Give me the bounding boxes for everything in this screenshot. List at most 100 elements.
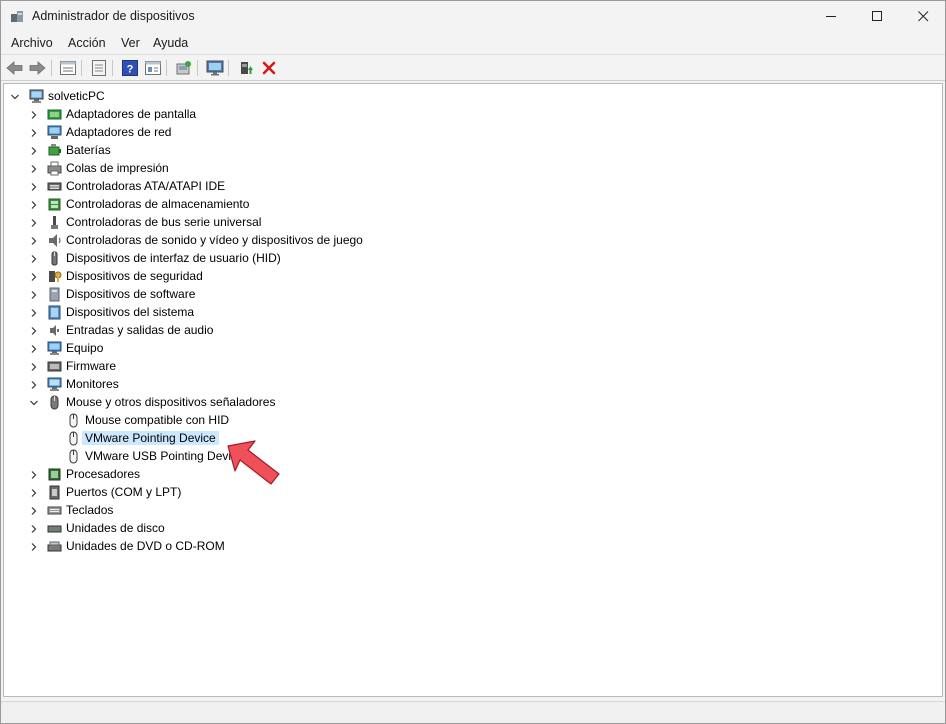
tree-item-entradas-y-salidas-de-audio[interactable]: Entradas y salidas de audio bbox=[4, 321, 604, 339]
tree-item-label: Colas de impresión bbox=[66, 161, 169, 175]
tree-child-mouse-compatible-con-hid[interactable]: Mouse compatible con HID bbox=[4, 411, 604, 429]
tree-item-equipo[interactable]: Equipo bbox=[4, 339, 604, 357]
tree-item-baterias[interactable]: Baterías bbox=[4, 141, 604, 159]
back-arrow-icon[interactable] bbox=[5, 58, 25, 78]
chevron-down-icon[interactable] bbox=[10, 91, 20, 101]
tree-item-label: Controladoras de almacenamiento bbox=[66, 197, 250, 211]
tree-item-label: Teclados bbox=[66, 503, 114, 517]
toolbar-separator bbox=[51, 60, 52, 76]
tree-item-adaptadores-de-red[interactable]: Adaptadores de red bbox=[4, 123, 604, 141]
tree-item-controladoras-ata-atapi-ide[interactable]: Controladoras ATA/ATAPI IDE bbox=[4, 177, 604, 195]
tree-item-procesadores[interactable]: Procesadores bbox=[4, 465, 604, 483]
tree-item-dispositivos-de-software[interactable]: Dispositivos de software bbox=[4, 285, 604, 303]
chevron-right-icon[interactable] bbox=[29, 109, 39, 119]
title-bar[interactable]: Administrador de dispositivos bbox=[1, 1, 945, 32]
help-icon[interactable]: ? bbox=[120, 58, 140, 78]
chevron-right-icon[interactable] bbox=[29, 505, 39, 515]
chevron-right-icon[interactable] bbox=[29, 253, 39, 263]
toolbar-separator bbox=[166, 60, 167, 76]
firmware-icon bbox=[47, 359, 62, 374]
chevron-right-icon[interactable] bbox=[29, 541, 39, 551]
chevron-down-icon[interactable] bbox=[29, 397, 39, 407]
tree-item-controladoras-de-almacenamiento[interactable]: Controladoras de almacenamiento bbox=[4, 195, 604, 213]
hid-icon bbox=[47, 251, 62, 266]
menu-bar: Archivo Acción Ver Ayuda bbox=[1, 32, 945, 54]
software-device-icon bbox=[47, 287, 62, 302]
chevron-right-icon[interactable] bbox=[29, 289, 39, 299]
chevron-right-icon[interactable] bbox=[29, 235, 39, 245]
tree-item-label: Controladoras de sonido y vídeo y dispos… bbox=[66, 233, 363, 247]
tree-item-label: Firmware bbox=[66, 359, 116, 373]
chevron-right-icon[interactable] bbox=[29, 469, 39, 479]
tree-item-label: Unidades de DVD o CD-ROM bbox=[66, 539, 225, 553]
tree-item-unidades-de-dvd-o-cd-rom[interactable]: Unidades de DVD o CD-ROM bbox=[4, 537, 604, 555]
document-icon[interactable] bbox=[89, 58, 109, 78]
properties-icon[interactable] bbox=[58, 58, 78, 78]
tree-item-mouse-y-otros-dispositivos-senaladores[interactable]: Mouse y otros dispositivos señaladores bbox=[4, 393, 604, 411]
tree-item-label: Adaptadores de pantalla bbox=[66, 107, 197, 121]
toolbar-separator bbox=[81, 60, 82, 76]
device-manager-app-icon bbox=[10, 9, 25, 24]
update-driver-icon[interactable] bbox=[236, 58, 256, 78]
tree-item-controladoras-de-sonido-y-video-y-dispositivos-de-juego[interactable]: Controladoras de sonido y vídeo y dispos… bbox=[4, 231, 604, 249]
monitor-icon[interactable] bbox=[205, 58, 225, 78]
speaker-icon bbox=[47, 233, 62, 248]
tree-item-controladoras-de-bus-serie-universal[interactable]: Controladoras de bus serie universal bbox=[4, 213, 604, 231]
tree-root-label: solveticPC bbox=[48, 89, 105, 103]
tree-child-label: Mouse compatible con HID bbox=[85, 413, 230, 427]
tree-child-vmware-usb-pointing-device[interactable]: VMware USB Pointing Device bbox=[4, 447, 604, 465]
tree-item-label: Baterías bbox=[66, 143, 111, 157]
menu-ayuda[interactable]: Ayuda bbox=[153, 36, 188, 50]
chevron-right-icon[interactable] bbox=[29, 325, 39, 335]
uninstall-x-icon[interactable] bbox=[259, 58, 279, 78]
ide-controller-icon bbox=[47, 179, 62, 194]
tree-item-teclados[interactable]: Teclados bbox=[4, 501, 604, 519]
forward-arrow-icon[interactable] bbox=[27, 58, 47, 78]
menu-ver[interactable]: Ver bbox=[121, 36, 140, 50]
tree-item-firmware[interactable]: Firmware bbox=[4, 357, 604, 375]
chevron-right-icon[interactable] bbox=[29, 307, 39, 317]
tree-root[interactable]: solveticPC bbox=[4, 87, 304, 105]
computer-icon bbox=[47, 341, 62, 356]
tree-item-label: Adaptadores de red bbox=[66, 125, 172, 139]
chevron-right-icon[interactable] bbox=[29, 523, 39, 533]
chevron-right-icon[interactable] bbox=[29, 271, 39, 281]
maximize-button[interactable] bbox=[854, 1, 900, 31]
chevron-right-icon[interactable] bbox=[29, 487, 39, 497]
tree-item-unidades-de-disco[interactable]: Unidades de disco bbox=[4, 519, 604, 537]
tree-item-puertos-com-y-lpt[interactable]: Puertos (COM y LPT) bbox=[4, 483, 604, 501]
tree-item-colas-de-impresion[interactable]: Colas de impresión bbox=[4, 159, 604, 177]
tree-child-label: VMware USB Pointing Device bbox=[85, 449, 244, 463]
menu-accion[interactable]: Acción bbox=[68, 36, 106, 50]
view-icon[interactable] bbox=[143, 58, 163, 78]
security-key-icon bbox=[47, 269, 62, 284]
monitor-icon bbox=[47, 377, 62, 392]
chevron-right-icon[interactable] bbox=[29, 379, 39, 389]
device-tree-panel[interactable]: solveticPC Adaptadores de pantalla Adapta… bbox=[3, 83, 943, 697]
tree-item-label: Equipo bbox=[66, 341, 104, 355]
tree-item-dispositivos-del-sistema[interactable]: Dispositivos del sistema bbox=[4, 303, 604, 321]
keyboard-icon bbox=[47, 503, 62, 518]
tree-item-dispositivos-de-seguridad[interactable]: Dispositivos de seguridad bbox=[4, 267, 604, 285]
close-button[interactable] bbox=[900, 1, 946, 31]
chevron-right-icon[interactable] bbox=[29, 361, 39, 371]
tree-item-label: Monitores bbox=[66, 377, 119, 391]
menu-archivo[interactable]: Archivo bbox=[11, 36, 53, 50]
chevron-right-icon[interactable] bbox=[29, 199, 39, 209]
chevron-right-icon[interactable] bbox=[29, 145, 39, 155]
mouse-device-icon bbox=[66, 449, 81, 464]
chevron-right-icon[interactable] bbox=[29, 343, 39, 353]
tree-item-monitores[interactable]: Monitores bbox=[4, 375, 604, 393]
tree-child-vmware-pointing-device[interactable]: VMware Pointing Device bbox=[4, 429, 604, 447]
tree-item-dispositivos-de-interfaz-de-usuario-hid[interactable]: Dispositivos de interfaz de usuario (HID… bbox=[4, 249, 604, 267]
chevron-right-icon[interactable] bbox=[29, 181, 39, 191]
chevron-right-icon[interactable] bbox=[29, 163, 39, 173]
scan-hardware-icon[interactable] bbox=[174, 58, 194, 78]
chevron-right-icon[interactable] bbox=[29, 217, 39, 227]
minimize-button[interactable] bbox=[808, 1, 854, 31]
tree-item-label: Unidades de disco bbox=[66, 521, 165, 535]
tree-item-label: Procesadores bbox=[66, 467, 141, 481]
display-adapter-icon bbox=[47, 107, 62, 122]
chevron-right-icon[interactable] bbox=[29, 127, 39, 137]
tree-item-adaptadores-de-pantalla[interactable]: Adaptadores de pantalla bbox=[4, 105, 604, 123]
